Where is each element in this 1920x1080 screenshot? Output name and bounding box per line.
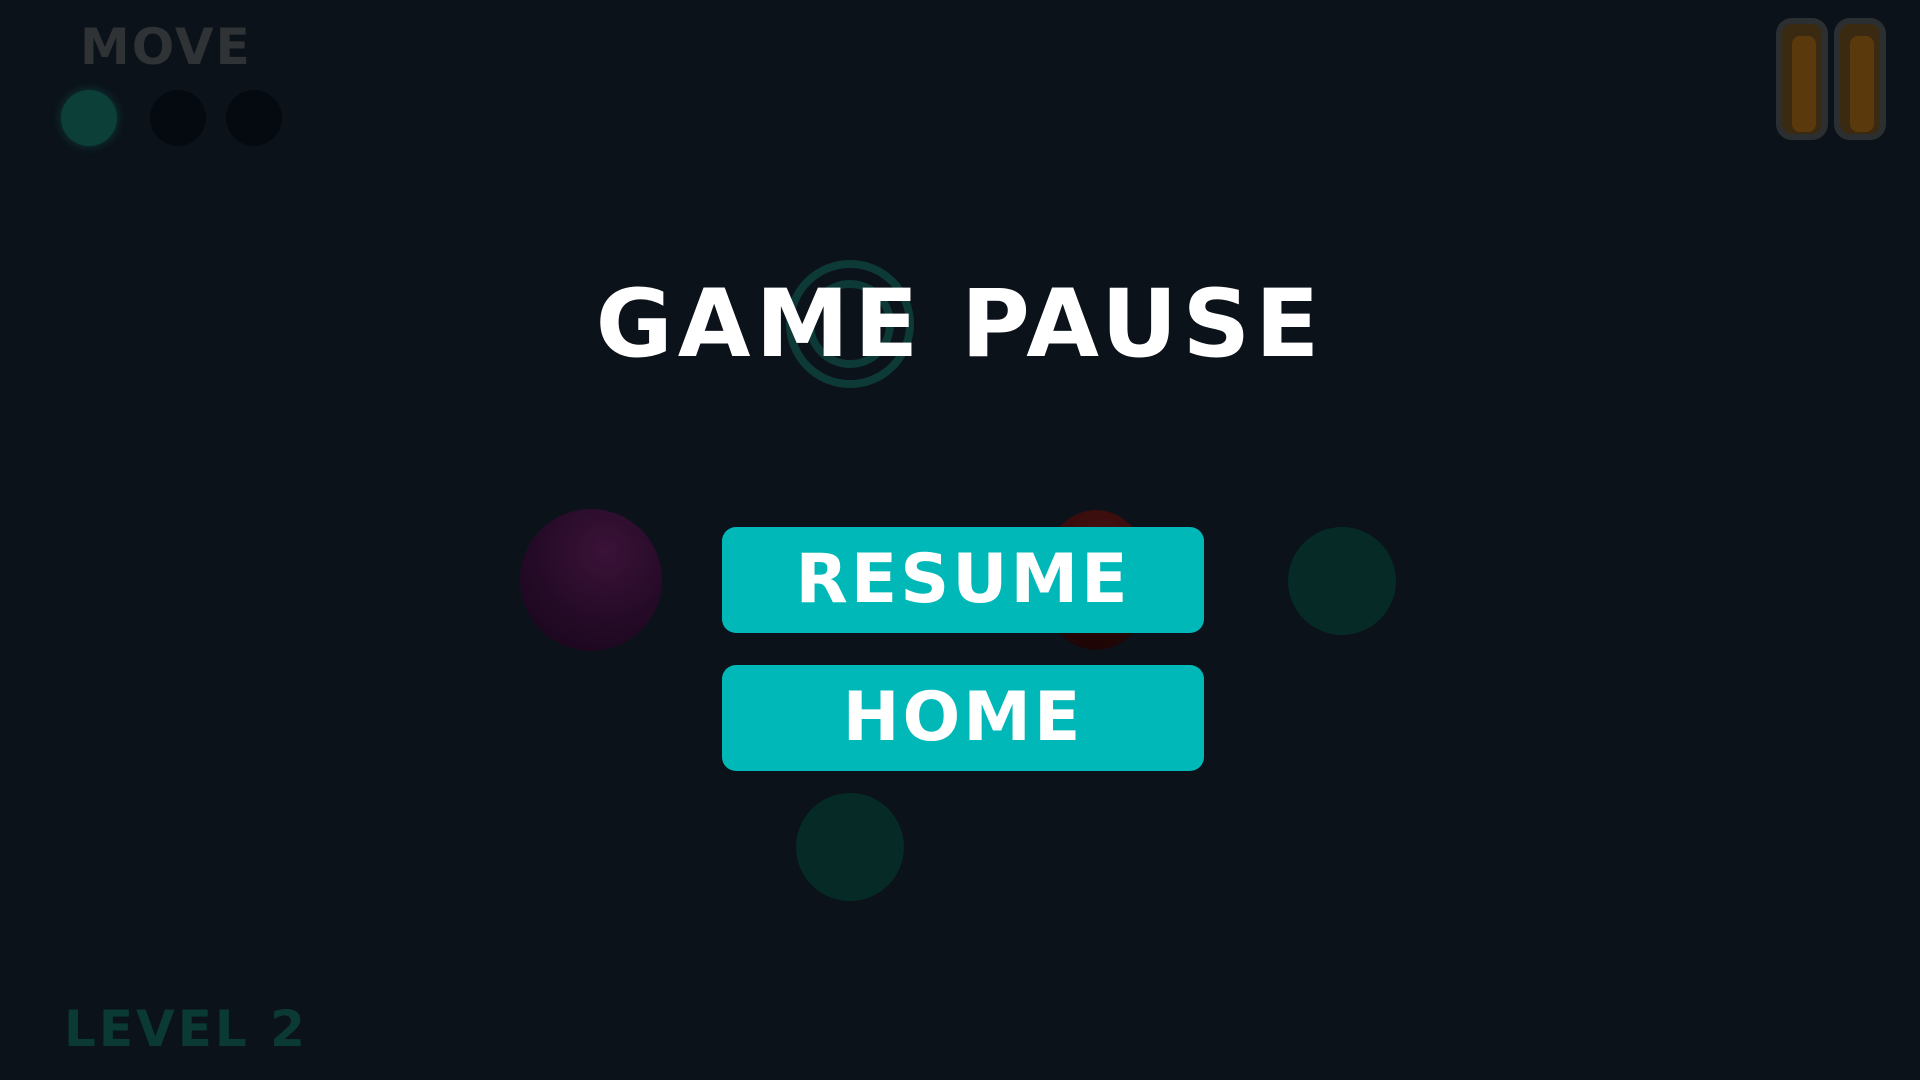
move-indicator-dot [150, 90, 206, 146]
level-label: LEVEL 2 [64, 1000, 308, 1058]
game-stage: MOVE GAME PAUSE RESUME HOME LEVEL 2 [0, 0, 1920, 1080]
teal-ball [1288, 527, 1396, 635]
teal-ball [796, 793, 904, 901]
pause-button[interactable] [1776, 18, 1892, 144]
home-button[interactable]: HOME [722, 665, 1204, 771]
purple-ball [520, 509, 662, 651]
move-label: MOVE [80, 18, 252, 76]
pause-title: GAME PAUSE [595, 270, 1325, 379]
move-indicator-dot [226, 90, 282, 146]
resume-button[interactable]: RESUME [722, 527, 1204, 633]
move-indicator-dot [61, 90, 117, 146]
pause-icon [1834, 18, 1886, 140]
pause-icon [1776, 18, 1828, 140]
